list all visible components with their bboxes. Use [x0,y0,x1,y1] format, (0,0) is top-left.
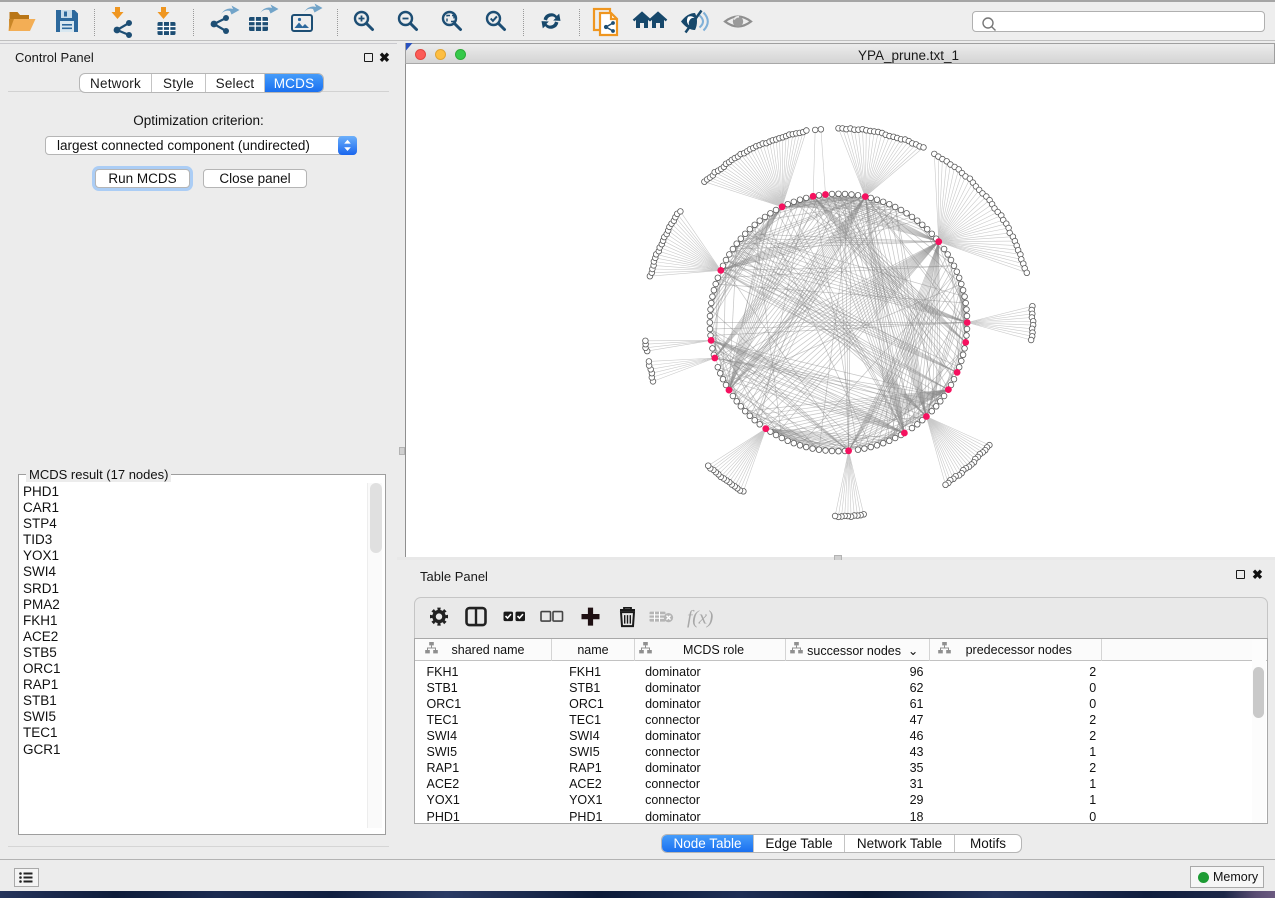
svg-text:f(x): f(x) [687,608,713,629]
